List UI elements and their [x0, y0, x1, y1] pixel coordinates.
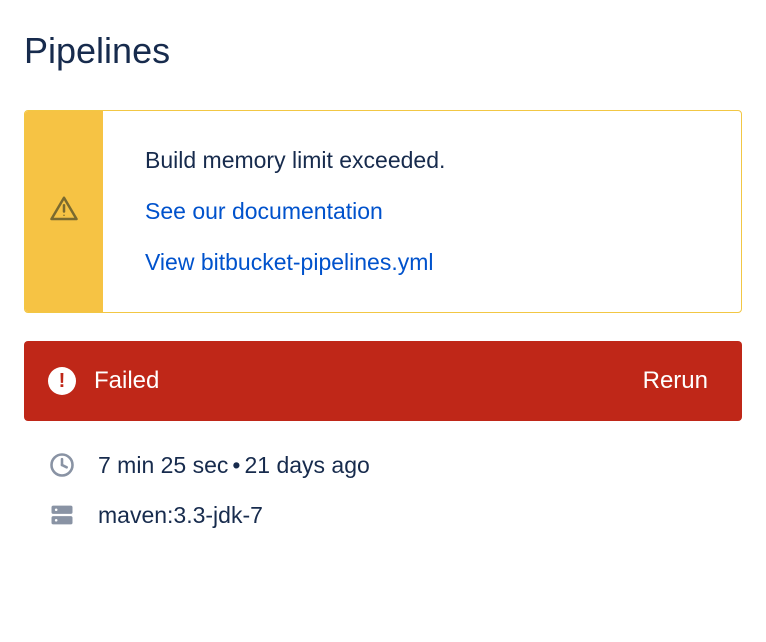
- image-name: maven:3.3-jdk-7: [98, 502, 263, 529]
- duration-text: 7 min 25 sec•21 days ago: [98, 452, 370, 479]
- duration-value: 7 min 25 sec: [98, 452, 228, 478]
- clock-icon: [48, 451, 76, 479]
- image-row: maven:3.3-jdk-7: [24, 501, 742, 529]
- duration-row: 7 min 25 sec•21 days ago: [24, 451, 742, 479]
- status-left: ! Failed: [48, 367, 159, 395]
- when-value: 21 days ago: [244, 452, 369, 478]
- error-icon: !: [48, 367, 76, 395]
- warning-gutter: [25, 111, 103, 312]
- page-title: Pipelines: [24, 30, 742, 72]
- warning-body: Build memory limit exceeded. See our doc…: [103, 111, 485, 312]
- meta-separator: •: [228, 452, 244, 478]
- documentation-link[interactable]: See our documentation: [145, 198, 445, 225]
- status-bar: ! Failed Rerun: [24, 341, 742, 421]
- warning-icon: [49, 194, 79, 229]
- status-label: Failed: [94, 367, 159, 395]
- warning-panel: Build memory limit exceeded. See our doc…: [24, 110, 742, 313]
- server-icon: [48, 501, 76, 529]
- view-yml-link[interactable]: View bitbucket-pipelines.yml: [145, 249, 445, 276]
- rerun-button[interactable]: Rerun: [643, 367, 708, 395]
- warning-message: Build memory limit exceeded.: [145, 147, 445, 174]
